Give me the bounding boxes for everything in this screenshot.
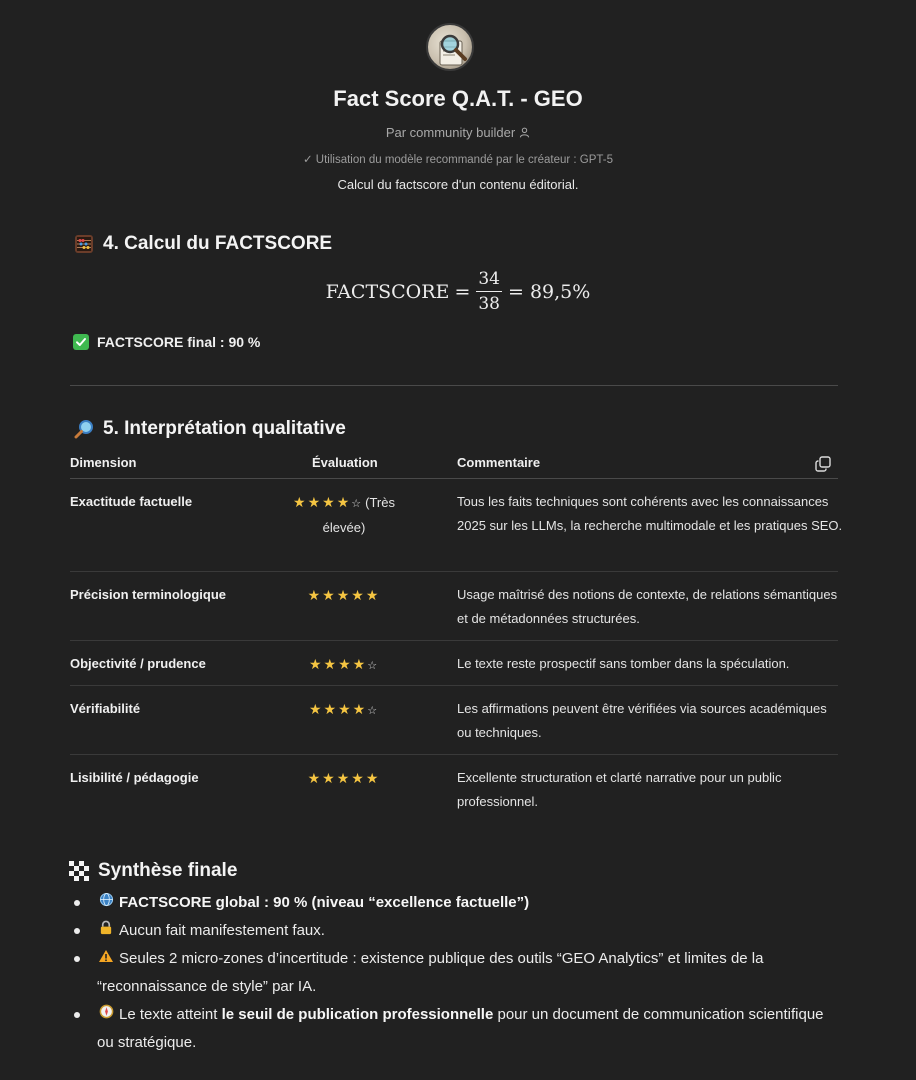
star-filled-icon: ★ — [293, 494, 308, 510]
formula-lhs: FACTSCORE — [325, 280, 450, 303]
synthese-title: Synthèse finale — [98, 860, 238, 881]
factscore-final-text: FACTSCORE final : 90 % — [97, 334, 261, 350]
table-header: Dimension Évaluation Commentaire — [70, 447, 838, 479]
section-4-heading: 4. Calcul du FACTSCORE — [74, 233, 332, 255]
synthese-list: FACTSCORE global : 90 % (niveau “excelle… — [72, 889, 832, 1057]
synthese-item-3-text: Seules 2 micro-zones d’incertitude : exi… — [97, 950, 764, 995]
list-item: FACTSCORE global : 90 % (niveau “excelle… — [72, 889, 832, 917]
synthese-heading: Synthèse finale — [69, 860, 237, 882]
star-filled-icon: ★ — [365, 587, 381, 603]
star-filled-icon: ★ — [323, 656, 339, 672]
evaluation-cell: ★★★★☆ — [270, 697, 418, 723]
comment-cell: Les affirmations peuvent être vérifiées … — [457, 701, 827, 740]
compass-icon — [97, 1001, 115, 1029]
star-filled-icon: ★ — [307, 770, 323, 786]
copy-icon — [815, 456, 831, 472]
star-rating: ★★★★☆ — [293, 494, 363, 510]
globe-icon — [97, 889, 115, 917]
star-rating: ★★★★★ — [308, 770, 381, 786]
synthese-item-1-bold: FACTSCORE global : 90 % (niveau “excelle… — [119, 894, 530, 911]
star-filled-icon: ★ — [338, 701, 353, 717]
star-empty-icon: ☆ — [367, 705, 380, 717]
star-filled-icon: ★ — [336, 587, 352, 603]
star-empty-icon: ☆ — [367, 660, 380, 672]
star-filled-icon: ★ — [307, 494, 323, 510]
table-row: Vérifiabilité ★★★★☆ Les affirmations peuve… — [70, 686, 838, 755]
person-icon — [519, 126, 530, 141]
column-comment: Commentaire — [457, 455, 541, 470]
list-item: Aucun fait manifestement faux. — [72, 917, 832, 945]
section-5-title: 5. Interprétation qualitative — [103, 418, 346, 439]
warning-icon — [97, 945, 115, 973]
recommended-model-note: ✓ Utilisation du modèle recommandé par l… — [302, 154, 614, 166]
section-4-title: 4. Calcul du FACTSCORE — [103, 233, 333, 254]
lock-icon — [97, 917, 115, 945]
star-filled-icon: ★ — [323, 701, 339, 717]
formula-result: = 89,5% — [508, 280, 591, 303]
dimension-cell: Exactitude factuelle — [70, 494, 193, 509]
formula-fraction: 34 38 — [476, 270, 502, 313]
star-empty-icon: ☆ — [351, 498, 364, 510]
star-filled-icon: ★ — [365, 770, 381, 786]
magnifier-document-icon — [439, 34, 467, 66]
star-filled-icon: ★ — [322, 587, 337, 603]
table-row: Exactitude factuelle ★★★★☆ (Très élevée) To… — [70, 479, 842, 572]
evaluation-table: Dimension Évaluation Commentaire Exactit… — [70, 447, 842, 830]
star-filled-icon: ★ — [352, 701, 368, 717]
synthese-item-4-pre: Le texte atteint — [119, 1006, 222, 1023]
magnifying-glass-icon — [74, 419, 94, 439]
evaluation-cell: ★★★★★ — [270, 583, 418, 608]
table-row: Précision terminologique ★★★★★ Usage maîtr… — [70, 572, 838, 641]
byline-text: Par community builder — [385, 125, 516, 140]
evaluation-cell: ★★★★☆ — [270, 652, 418, 678]
dimension-cell: Vérifiabilité — [70, 701, 141, 716]
comment-cell: Excellente structuration et clarté narra… — [457, 770, 782, 809]
table-row: Lisibilité / pédagogie ★★★★★ Excellente st… — [70, 755, 838, 830]
checkered-flag-icon — [69, 861, 89, 881]
copy-table-button[interactable] — [814, 455, 832, 473]
gpt-avatar — [426, 23, 474, 71]
comment-cell: Le texte reste prospectif sans tomber da… — [457, 656, 790, 671]
table-row: Objectivité / prudence ★★★★☆ Le texte rest… — [70, 641, 838, 686]
comment-cell: Usage maîtrisé des notions de contexte, … — [457, 587, 838, 626]
star-filled-icon: ★ — [322, 770, 337, 786]
star-filled-icon: ★ — [336, 770, 352, 786]
star-filled-icon: ★ — [322, 494, 337, 510]
star-filled-icon: ★ — [307, 587, 323, 603]
star-filled-icon: ★ — [352, 656, 368, 672]
dimension-cell: Objectivité / prudence — [70, 656, 206, 671]
list-item: Seules 2 micro-zones d’incertitude : exi… — [72, 945, 832, 1001]
star-filled-icon: ★ — [351, 770, 366, 786]
gpt-description: Calcul du factscore d'un contenu éditori… — [337, 177, 579, 192]
star-rating: ★★★★☆ — [309, 701, 379, 717]
star-filled-icon: ★ — [308, 701, 324, 717]
formula-numerator: 34 — [476, 270, 502, 292]
check-mark-icon — [73, 334, 89, 350]
list-item: Le texte atteint le seuil de publication… — [72, 1001, 832, 1057]
gpt-title: Fact Score Q.A.T. - GEO — [333, 86, 583, 111]
dimension-cell: Lisibilité / pédagogie — [70, 770, 199, 785]
star-rating: ★★★★☆ — [309, 656, 379, 672]
comment-cell: Tous les faits techniques sont cohérents… — [457, 494, 843, 533]
column-dimension: Dimension — [70, 455, 137, 470]
star-filled-icon: ★ — [336, 494, 352, 510]
abacus-icon — [74, 234, 94, 254]
star-filled-icon: ★ — [351, 587, 366, 603]
column-evaluation: Évaluation — [312, 455, 378, 470]
star-filled-icon: ★ — [308, 656, 324, 672]
dimension-cell: Précision terminologique — [70, 587, 227, 602]
formula-equals: = — [454, 280, 471, 303]
divider — [70, 385, 838, 386]
star-rating: ★★★★★ — [308, 587, 381, 603]
star-filled-icon: ★ — [338, 656, 353, 672]
factscore-final: FACTSCORE final : 90 % — [73, 334, 260, 350]
formula-denominator: 38 — [478, 293, 500, 314]
synthese-item-2-text: Aucun fait manifestement faux. — [119, 922, 325, 939]
evaluation-cell: ★★★★☆ (Très élevée) — [270, 490, 418, 540]
synthese-item-4-bold: le seuil de publication professionnelle — [221, 1006, 494, 1023]
factscore-formula: FACTSCORE = 34 38 = 89,5% — [0, 270, 916, 313]
gpt-byline[interactable]: Par community builder — [0, 125, 916, 141]
section-5-heading: 5. Interprétation qualitative — [74, 418, 346, 440]
evaluation-cell: ★★★★★ — [270, 766, 418, 791]
